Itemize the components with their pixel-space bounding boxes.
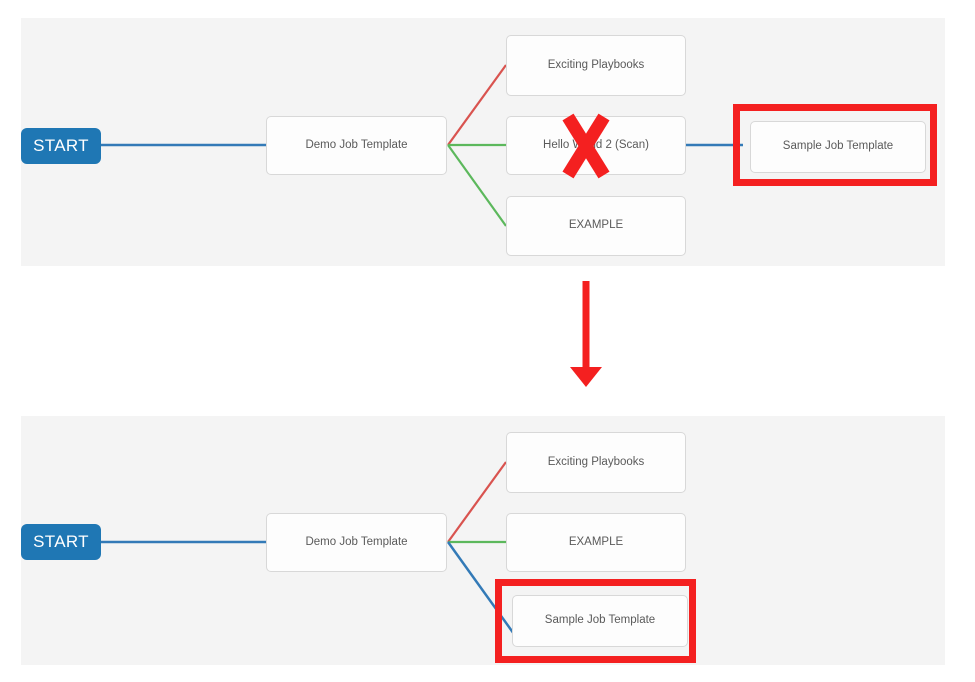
node-label: Exciting Playbooks	[547, 455, 645, 468]
workflow-edges-after	[101, 461, 516, 635]
workflow-panel-before: START Demo Job Template Exciting Playboo…	[21, 18, 945, 266]
workflow-comparison-stage: START Demo Job Template Exciting Playboo…	[0, 0, 975, 682]
node-exciting-playbooks-after[interactable]: Exciting Playbooks	[506, 432, 686, 493]
node-label: Exciting Playbooks	[547, 58, 645, 71]
node-example-before[interactable]: EXAMPLE	[506, 196, 686, 256]
node-label: EXAMPLE	[568, 219, 624, 232]
node-label: Demo Job Template	[305, 535, 408, 548]
node-exciting-playbooks-before[interactable]: Exciting Playbooks	[506, 35, 686, 96]
start-node-after[interactable]: START	[21, 524, 101, 560]
highlight-box-sample-job-template-before	[733, 104, 937, 186]
start-node-before[interactable]: START	[21, 128, 101, 164]
start-node-label: START	[33, 532, 89, 551]
node-demo-job-template-before[interactable]: Demo Job Template	[266, 116, 447, 175]
delete-x-icon	[562, 113, 610, 179]
workflow-panel-after: START Demo Job Template Exciting Playboo…	[21, 416, 945, 665]
node-label: EXAMPLE	[568, 535, 624, 548]
node-example-after[interactable]: EXAMPLE	[506, 513, 686, 572]
edge-demo-to-example	[447, 144, 507, 227]
node-label: Demo Job Template	[305, 138, 408, 151]
node-demo-job-template-after[interactable]: Demo Job Template	[266, 513, 447, 572]
edge-demo-to-exciting-playbooks	[447, 461, 507, 543]
transition-arrow-down-icon	[570, 281, 602, 387]
edge-demo-to-exciting-playbooks	[447, 64, 507, 146]
start-node-label: START	[33, 136, 89, 155]
highlight-box-sample-job-template-after	[495, 579, 696, 663]
